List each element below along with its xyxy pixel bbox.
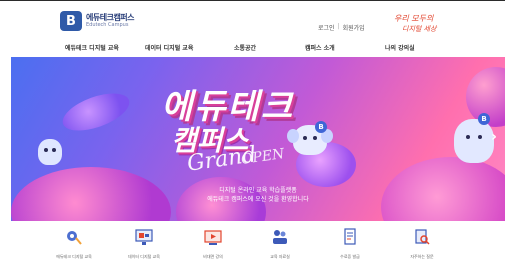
mascot-eye [303, 136, 307, 140]
main-nav: 에듀테크 디지털 교육 데이터 디지털 교육 소통공간 캠퍼스 소개 나의 강의… [0, 40, 505, 56]
mascot-center-icon: B [287, 121, 333, 155]
mascot-ear [287, 129, 299, 143]
mascot-left-icon [38, 139, 62, 165]
video-icon [204, 230, 222, 245]
nav-item-edutech[interactable]: 에듀테크 디지털 교육 [65, 43, 119, 52]
slogan-logo: 우리 모두의 디지털 세상 [388, 13, 436, 35]
nav-item-my-classroom[interactable]: 나의 강의실 [385, 43, 415, 52]
site-logo[interactable]: B 에듀테크캠퍼스 Edutech Campus [60, 11, 135, 31]
magnifier-icon [415, 229, 430, 245]
utility-divider: | [337, 23, 340, 30]
quick-links: 에듀테크 디지털 교육 데이터 디지털 교육 비대면 강의 교육 자료실 수료증… [0, 225, 505, 269]
nav-item-data[interactable]: 데이터 디지털 교육 [145, 43, 193, 52]
mascot-eye [313, 136, 317, 140]
document-icon [344, 228, 356, 245]
quick-link-faq[interactable]: 자주하는 질문 [397, 228, 447, 260]
monitor-icon [135, 229, 153, 245]
mascot-eye [44, 148, 48, 152]
quick-link-label: 에듀테크 디지털 교육 [56, 254, 92, 259]
logo-title: 에듀테크캠퍼스 [86, 13, 135, 22]
mascot-badge: B [478, 113, 490, 125]
logo-text-group: 에듀테크캠퍼스 Edutech Campus [86, 13, 135, 28]
nav-item-community[interactable]: 소통공간 [234, 43, 256, 52]
login-link[interactable]: 로그인 [318, 23, 335, 32]
quick-link-data[interactable]: 데이터 디지털 교육 [119, 228, 169, 260]
logo-mark-icon: B [60, 11, 82, 31]
quick-link-edutech[interactable]: 에듀테크 디지털 교육 [49, 228, 99, 260]
mascot-eye [466, 135, 470, 139]
utility-links: 로그인 | 회원가입 [318, 23, 365, 32]
carousel-next-arrow-icon[interactable]: › [487, 130, 501, 144]
logo-subtitle: Edutech Campus [86, 22, 129, 28]
decor-blob [57, 85, 135, 139]
people-icon [273, 230, 287, 244]
nav-item-about[interactable]: 캠퍼스 소개 [305, 43, 335, 52]
mascot-eye [52, 148, 56, 152]
hero-banner[interactable]: 에듀테크 캠퍼스 Grand OPEN B B 디지털 온라인 교육 학습플랫폼… [11, 57, 505, 221]
mascot-badge: B [315, 121, 327, 133]
slogan-line-1: 우리 모두의 [394, 14, 434, 23]
mascot-eye [478, 135, 482, 139]
quick-link-label: 수료증 발급 [340, 254, 360, 259]
header: B 에듀테크캠퍼스 Edutech Campus 로그인 | 회원가입 우리 모… [0, 1, 505, 39]
quick-link-resources[interactable]: 교육 자료실 [255, 228, 305, 260]
slogan-line-2: 디지털 세상 [402, 25, 437, 33]
quick-link-label: 데이터 디지털 교육 [128, 254, 160, 259]
quick-link-label: 자주하는 질문 [410, 254, 434, 259]
quick-link-certificate[interactable]: 수료증 발급 [325, 228, 375, 260]
hero-subtitle-line-2: 에듀테크 캠퍼스에 오신 것을 환영합니다 [207, 196, 309, 203]
signup-link[interactable]: 회원가입 [343, 23, 365, 32]
gear-bulb-icon [67, 231, 82, 245]
quick-link-label: 교육 자료실 [270, 254, 290, 259]
quick-link-label: 비대면 강의 [203, 254, 223, 259]
hero-subtitle-line-1: 디지털 온라인 교육 학습플랫폼 [219, 187, 297, 194]
quick-link-online-class[interactable]: 비대면 강의 [188, 228, 238, 260]
